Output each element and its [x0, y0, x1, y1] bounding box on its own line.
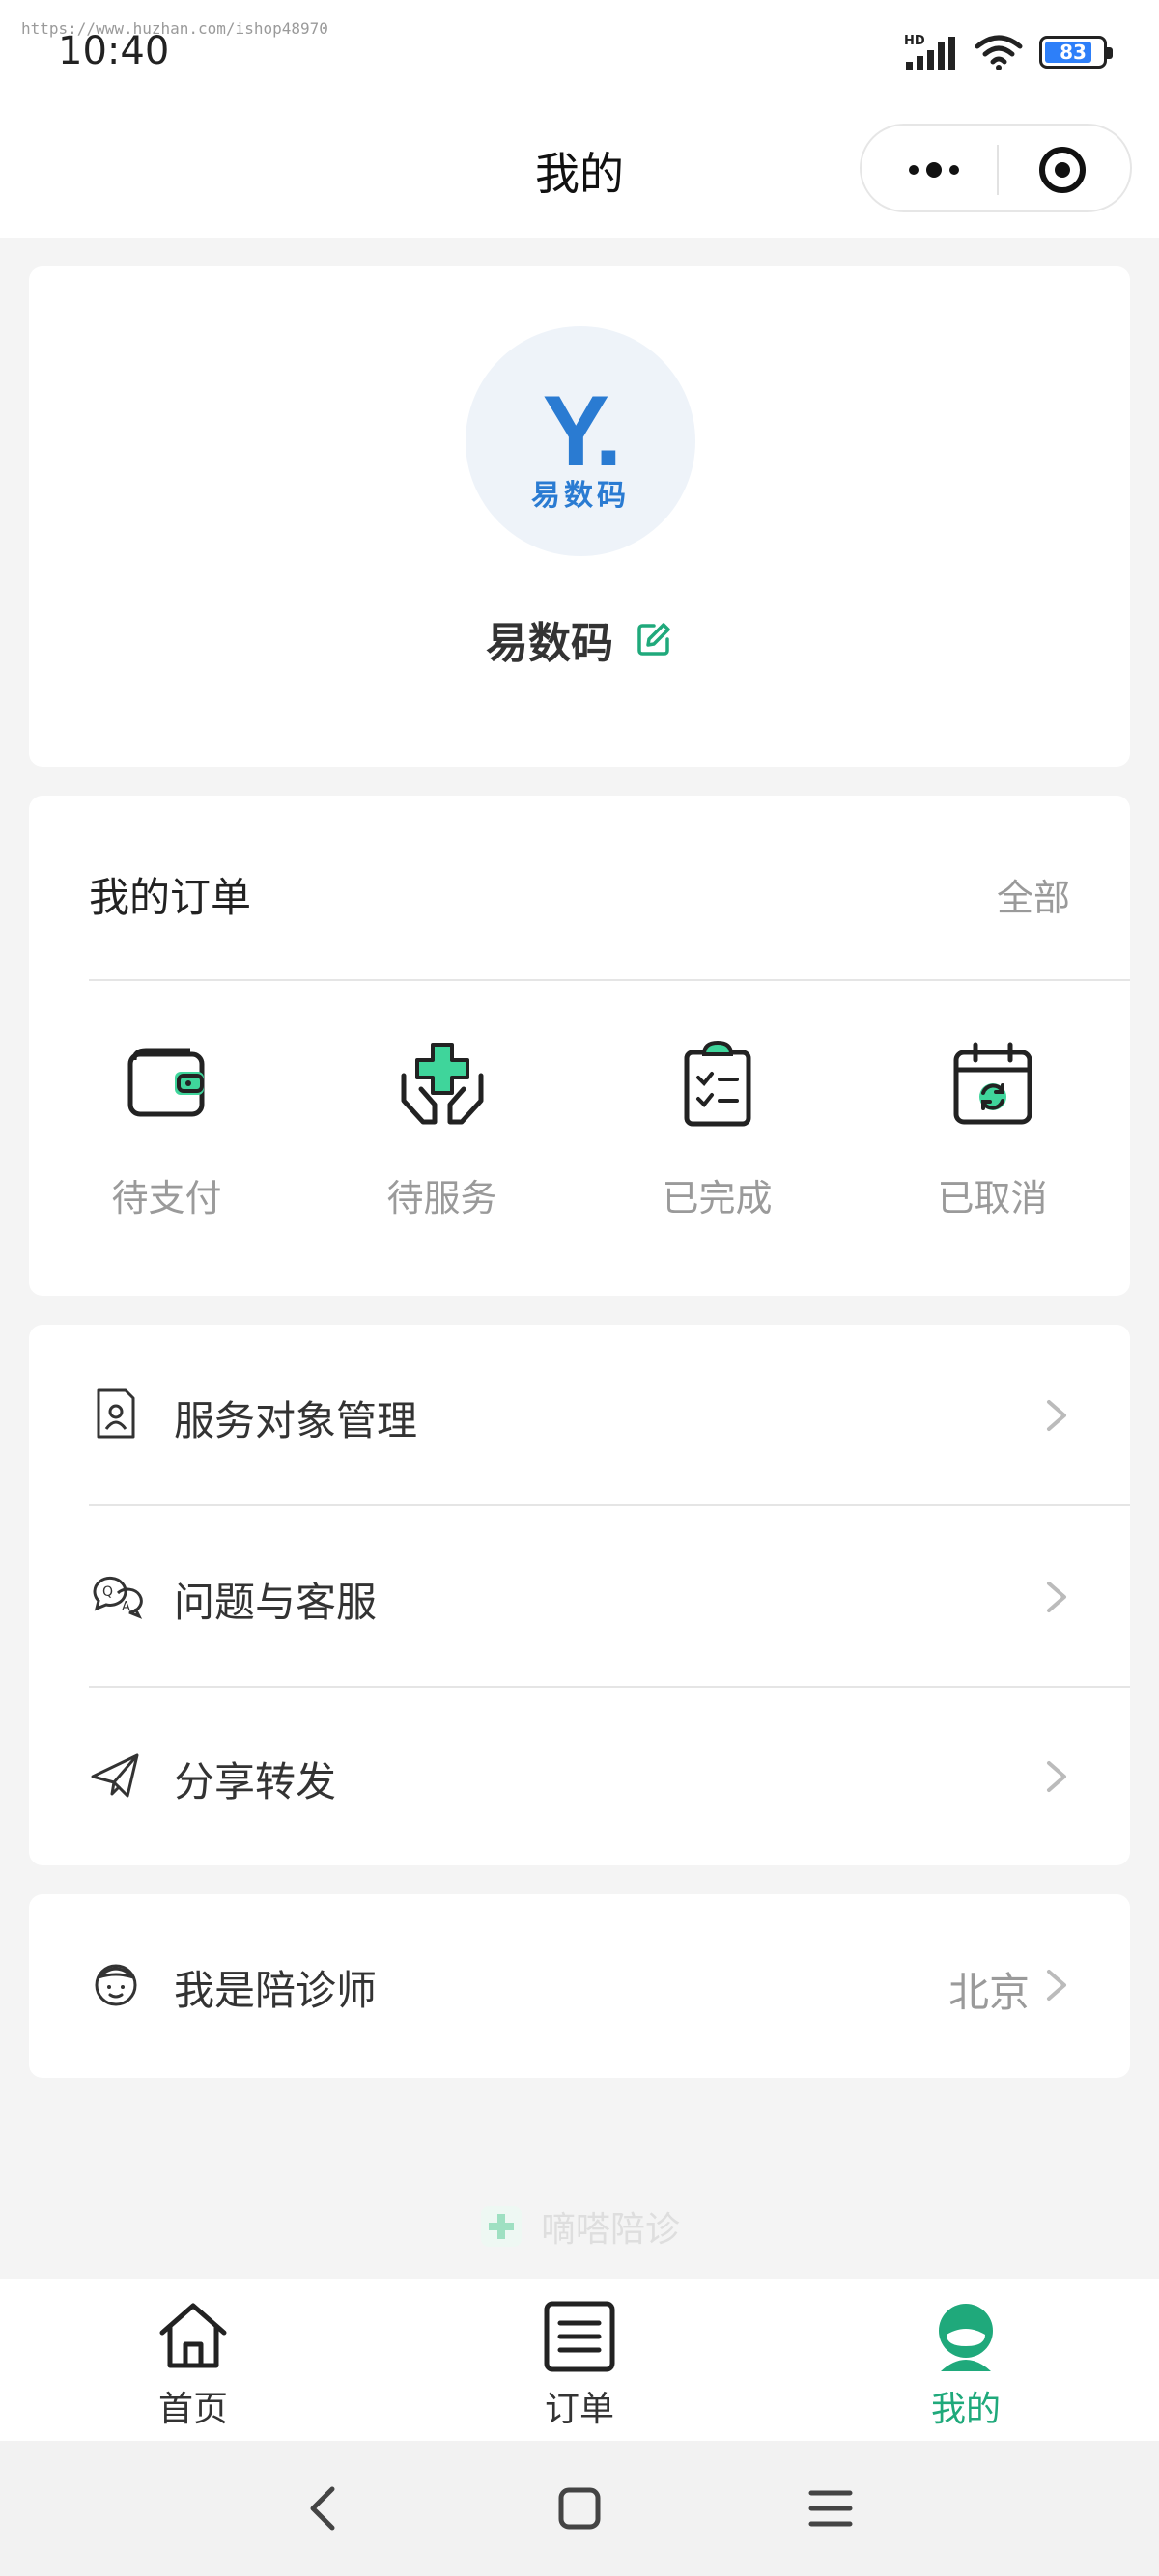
my-orders-card: 我的订单 全部 待支付 待服务 已完成 已取消	[29, 796, 1130, 1296]
order-status-label: 已取消	[937, 1177, 1048, 1219]
tab-mine[interactable]: 我的	[869, 2298, 1062, 2431]
orders-title: 我的订单	[89, 874, 252, 921]
orders-header: 我的订单 全部	[89, 865, 1070, 924]
list-icon	[544, 2301, 615, 2372]
tab-label: 首页	[157, 2390, 228, 2429]
wifi-icon	[975, 35, 1023, 70]
brand-footer: 嘀嗒陪诊	[0, 2201, 1159, 2252]
avatar-logo-text: 易数码	[531, 479, 630, 513]
order-status-completed[interactable]: 已完成	[580, 1037, 855, 1221]
escort-doctor-card: 我是陪诊师 北京	[29, 1894, 1130, 2078]
signal-icon: HD	[904, 34, 955, 70]
calendar-refresh-icon	[953, 1042, 1032, 1125]
order-status-list: 待支付 待服务 已完成 已取消	[29, 1037, 1130, 1221]
more-dots-icon[interactable]	[890, 149, 977, 191]
battery-icon: 83	[1039, 36, 1113, 69]
back-icon[interactable]	[296, 2479, 353, 2537]
nav-bar: 我的	[0, 97, 1159, 238]
capsule-divider	[997, 145, 999, 195]
nurse-avatar-icon	[95, 1964, 137, 2006]
order-status-cancelled[interactable]: 已取消	[855, 1037, 1130, 1221]
user-active-icon	[939, 2304, 993, 2371]
home-square-icon[interactable]	[551, 2479, 608, 2537]
edit-icon[interactable]	[635, 620, 673, 658]
tab-label: 订单	[544, 2390, 614, 2429]
menu-item-share[interactable]: 分享转发	[29, 1686, 1130, 1865]
menu-lines-icon[interactable]	[802, 2479, 860, 2537]
contact-card-icon	[97, 1388, 135, 1439]
order-status-label: 已完成	[662, 1177, 773, 1219]
clipboard-check-icon	[684, 1040, 750, 1127]
tab-label: 我的	[930, 2390, 1001, 2429]
avatar[interactable]: Y. 易数码	[466, 326, 695, 556]
city-value: 北京	[947, 1969, 1030, 2016]
menu-item-label: 分享转发	[174, 1758, 337, 1806]
user-name-row: 易数码	[29, 608, 1130, 670]
tab-orders[interactable]: 订单	[483, 2298, 676, 2431]
menu-card: 服务对象管理 Q A 问题与客服 分享转发	[29, 1325, 1130, 1865]
care-hands-icon	[401, 1043, 483, 1125]
order-status-pending-service[interactable]: 待服务	[304, 1037, 580, 1221]
paper-plane-icon	[91, 1753, 139, 1798]
user-name: 易数码	[486, 619, 613, 668]
status-icons: HD 83	[904, 31, 1113, 73]
status-time: 10:40	[58, 29, 170, 73]
menu-item-faq-support[interactable]: Q A 问题与客服	[29, 1506, 1130, 1686]
svg-text:Q: Q	[102, 1584, 113, 1600]
status-bar: https://www.huzhan.com/ishop48970 10:40 …	[0, 0, 1159, 97]
orders-all-link[interactable]: 全部	[997, 868, 1070, 921]
menu-item-service-targets[interactable]: 服务对象管理	[29, 1325, 1130, 1504]
menu-item-label: 我是陪诊师	[174, 1967, 378, 2014]
system-navigation-bar	[0, 2441, 1159, 2576]
order-status-pending-payment[interactable]: 待支付	[29, 1037, 304, 1221]
order-status-label: 待服务	[386, 1177, 497, 1219]
brand-name: 嘀嗒陪诊	[540, 2210, 680, 2250]
profile-card: Y. 易数码 易数码	[29, 266, 1130, 767]
profile-page: https://www.huzhan.com/ishop48970 10:40 …	[0, 0, 1159, 2576]
battery-level: 83	[1060, 41, 1087, 64]
chevron-right-icon	[1047, 1582, 1066, 1612]
network-label: HD	[904, 34, 925, 48]
menu-item-label: 问题与客服	[174, 1579, 378, 1626]
svg-text:A: A	[122, 1600, 130, 1614]
miniprogram-capsule	[860, 124, 1132, 212]
chevron-right-icon	[1047, 1970, 1066, 2001]
orders-divider	[89, 979, 1130, 981]
chat-support-icon: Q A	[93, 1577, 143, 1619]
menu-item-label: 服务对象管理	[174, 1397, 418, 1444]
order-status-label: 待支付	[111, 1177, 222, 1219]
tab-home[interactable]: 首页	[97, 2298, 290, 2431]
medical-cross-icon	[480, 2206, 522, 2247]
wallet-icon	[127, 1048, 204, 1117]
chevron-right-icon	[1047, 1400, 1066, 1431]
menu-item-i-am-escort[interactable]: 我是陪诊师 北京	[29, 1894, 1130, 2074]
chevron-right-icon	[1047, 1761, 1066, 1792]
tab-bar: 首页 订单 我的	[0, 2279, 1159, 2441]
home-icon	[159, 2303, 227, 2368]
close-miniprogram-icon[interactable]	[1035, 145, 1089, 195]
